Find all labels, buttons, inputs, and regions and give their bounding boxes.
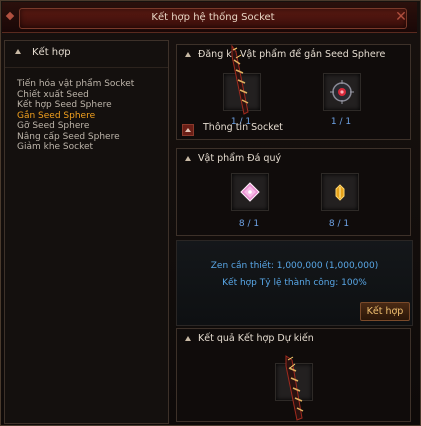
sidebar-item-combine-seed-sphere[interactable]: Kết hợp Seed Sphere <box>17 100 134 111</box>
jewel-panel-heading: Vật phẩm Đá quý <box>198 153 282 164</box>
sidebar-item-upgrade-seed-sphere[interactable]: Nâng cấp Seed Sphere <box>17 132 134 143</box>
seed-sphere-icon <box>330 80 354 104</box>
jewel-slot-1-count: 8 / 1 <box>238 219 260 229</box>
zen-required-text: Zen cần thiết: 1,000,000 (1,000,000) <box>210 261 379 271</box>
pink-jewel-icon <box>240 182 260 202</box>
sidebar-header: Kết hợp <box>5 41 168 68</box>
window-title: Kết hợp hệ thống Socket <box>151 12 275 23</box>
expand-arrow-icon <box>15 49 21 54</box>
title-ornament-left-icon <box>5 11 15 21</box>
close-button[interactable]: ✕ <box>391 7 411 27</box>
jewel-slot-1[interactable] <box>231 173 269 211</box>
item-slot[interactable] <box>223 73 261 111</box>
success-rate-text: Kết hợp Tỷ lệ thành công: 100% <box>222 278 367 288</box>
sidebar-item-attach-seed-sphere[interactable]: Gắn Seed Sphere <box>17 111 134 122</box>
title-plate: Kết hợp hệ thống Socket <box>19 8 407 29</box>
collapse-arrow-icon <box>185 336 191 341</box>
sidebar-menu: Tiến hóa vật phẩm Socket Chiết xuất Seed… <box>17 79 134 153</box>
socket-info-toggle[interactable] <box>182 124 194 136</box>
sidebar-heading: Kết hợp <box>32 47 71 58</box>
close-icon: ✕ <box>395 9 407 25</box>
collapse-arrow-icon <box>185 52 191 57</box>
sidebar: Kết hợp Tiến hóa vật phẩm Socket Chiết x… <box>4 40 169 424</box>
result-slot <box>275 363 313 401</box>
jewel-panel: Vật phẩm Đá quý 8 / 1 8 / 1 <box>176 148 411 236</box>
combine-button[interactable]: Kết hợp <box>360 302 410 321</box>
register-panel-heading: Đăng ký Vật phẩm để gắn Seed Sphere <box>198 49 386 60</box>
sidebar-item-remove-seed-sphere[interactable]: Gỡ Seed Sphere <box>17 121 134 132</box>
collapse-arrow-icon <box>185 156 191 161</box>
sidebar-item-reduce-socket[interactable]: Giảm khe Socket <box>17 142 134 153</box>
result-panel: Kết quả Kết hợp Dự kiến <box>176 328 411 422</box>
register-item-panel: Đăng ký Vật phẩm để gắn Seed Sphere 1 / … <box>176 44 411 140</box>
title-bar: Kết hợp hệ thống Socket ✕ <box>2 2 417 33</box>
jewel-slot-2-count: 8 / 1 <box>328 219 350 229</box>
sidebar-item-extract-seed[interactable]: Chiết xuất Seed <box>17 90 134 101</box>
jewel-slot-2[interactable] <box>321 173 359 211</box>
sidebar-item-socket-evolve[interactable]: Tiến hóa vật phẩm Socket <box>17 79 134 90</box>
socket-info-label: Thông tin Socket <box>203 122 283 133</box>
gold-gem-icon <box>335 184 345 201</box>
seed-sphere-slot[interactable] <box>323 73 361 111</box>
result-panel-heading: Kết quả Kết hợp Dự kiến <box>198 333 314 344</box>
seed-sphere-count: 1 / 1 <box>330 117 352 127</box>
